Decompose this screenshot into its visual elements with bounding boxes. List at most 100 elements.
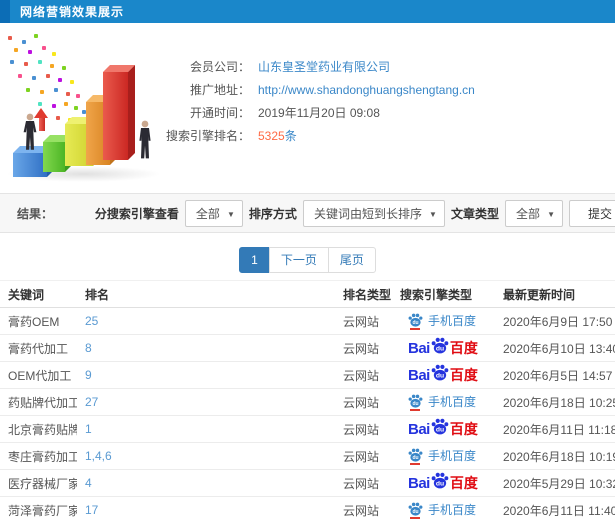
rank-type-cell: 云网站 bbox=[337, 496, 394, 520]
baidu-logo: Bai du 百度 bbox=[408, 418, 478, 439]
engine-filter-select[interactable]: 全部 ▼ bbox=[184, 199, 243, 227]
page-button-last[interactable]: 尾页 bbox=[327, 247, 376, 273]
svg-text:du: du bbox=[436, 372, 444, 379]
update-time-cell: 2020年6月11日 11:40 bbox=[497, 496, 615, 520]
info-field-row: 搜索引擎排名： 5325条 bbox=[130, 124, 475, 147]
table-row: 药贴牌代加工 27 云网站 du 手机百度 2020年6月18日 10:25 bbox=[0, 388, 615, 416]
filter-bar: 结果： 分搜索引擎查看 全部 ▼ 排序方式 关键词由短到长排序 ▼ 文章类型 全… bbox=[0, 193, 615, 233]
info-fields: 会员公司： 山东皇圣堂药业有限公司 推广地址： http://www.shand… bbox=[130, 55, 475, 147]
businessman-left-figure bbox=[23, 113, 37, 150]
table-row: 菏泽膏药厂家 17 云网站 du 手机百度 2020年6月11日 11:40 bbox=[0, 496, 615, 520]
rank-cell[interactable]: 17 bbox=[77, 496, 337, 520]
svg-text:du: du bbox=[412, 509, 418, 515]
rank-cell[interactable]: 27 bbox=[77, 388, 337, 416]
table-row: 膏药OEM 25 云网站 du 手机百度 2020年6月9日 17:50 bbox=[0, 307, 615, 335]
titlebar-accent bbox=[0, 0, 10, 23]
filter-controls: 分搜索引擎查看 全部 ▼ 排序方式 关键词由短到长排序 ▼ 文章类型 全部 ▼ … bbox=[95, 199, 615, 227]
rank-cell[interactable]: 1 bbox=[77, 415, 337, 443]
baidu-logo-bai: Bai bbox=[408, 366, 430, 384]
baidu-logo-bai: Bai bbox=[408, 420, 430, 438]
rank-type-cell: 云网站 bbox=[337, 469, 394, 497]
baidu-logo-bai: Bai bbox=[408, 474, 430, 492]
rank-type-cell: 云网站 bbox=[337, 334, 394, 362]
baidu-logo: Bai du 百度 bbox=[408, 337, 478, 358]
engine-cell: Bai du 百度 bbox=[394, 469, 497, 497]
info-field-value[interactable]: http://www.shandonghuangshengtang.cn bbox=[258, 83, 475, 97]
header-keyword: 关键词 bbox=[0, 280, 77, 308]
baidu-logo: Bai du 百度 bbox=[408, 364, 478, 385]
titlebar: 网络营销效果展示 bbox=[0, 0, 615, 23]
engine-cell: du 手机百度 bbox=[394, 442, 497, 470]
info-section: 会员公司： 山东皇圣堂药业有限公司 推广地址： http://www.shand… bbox=[0, 23, 615, 193]
engine-cell: du 手机百度 bbox=[394, 388, 497, 416]
rank-cell[interactable]: 8 bbox=[77, 334, 337, 362]
rank-type-cell: 云网站 bbox=[337, 388, 394, 416]
baidu-paw-icon: du bbox=[408, 448, 423, 466]
page-button-current[interactable]: 1 bbox=[239, 247, 270, 273]
engine-filter-value: 全部 bbox=[195, 206, 220, 221]
svg-text:du: du bbox=[412, 455, 418, 461]
article-type-filter-select[interactable]: 全部 ▼ bbox=[504, 199, 563, 227]
keyword-cell: 医疗器械厂家 bbox=[0, 469, 77, 497]
chart-bar-red bbox=[103, 72, 128, 160]
svg-text:du: du bbox=[436, 426, 444, 433]
chart-bar-blue bbox=[13, 153, 47, 177]
table-row: 医疗器械厂家 4 云网站 Bai du 百度 2020年5月29日 10:32 bbox=[0, 469, 615, 497]
confetti-decoration bbox=[8, 36, 12, 40]
mobile-baidu-label: 手机百度 bbox=[428, 502, 477, 517]
info-field-label: 开通时间： bbox=[189, 106, 250, 120]
keyword-cell: 膏药代加工 bbox=[0, 334, 77, 362]
info-field-value[interactable]: 山东皇圣堂药业有限公司 bbox=[258, 58, 390, 75]
sort-filter-select[interactable]: 关键词由短到长排序 ▼ bbox=[302, 199, 445, 227]
baidu-logo: Bai du 百度 bbox=[408, 472, 478, 493]
baidu-logo-cn: 百度 bbox=[449, 421, 478, 437]
keyword-cell: 膏药OEM bbox=[0, 307, 77, 335]
mobile-baidu-badge: du 手机百度 bbox=[408, 312, 477, 331]
info-field-value: 2019年11月20日 09:08 bbox=[258, 106, 380, 120]
svg-text:du: du bbox=[436, 480, 444, 487]
caret-down-icon: ▼ bbox=[429, 209, 437, 219]
svg-text:du: du bbox=[436, 345, 444, 352]
baidu-paw-icon: du bbox=[431, 418, 449, 435]
search-rank-highlight: 5325条 bbox=[258, 127, 297, 144]
svg-text:du: du bbox=[412, 320, 418, 326]
rank-type-cell: 云网站 bbox=[337, 442, 394, 470]
info-field-row: 会员公司： 山东皇圣堂药业有限公司 bbox=[130, 55, 475, 78]
baidu-logo-cn: 百度 bbox=[449, 367, 478, 383]
info-field-label: 会员公司： bbox=[189, 60, 250, 74]
pagination: 1 下一页 尾页 bbox=[0, 247, 615, 273]
article-type-filter-value: 全部 bbox=[515, 206, 540, 221]
header-rank: 排名 bbox=[77, 280, 337, 308]
update-time-cell: 2020年6月18日 10:25 bbox=[497, 388, 615, 416]
engine-cell: Bai du 百度 bbox=[394, 415, 497, 443]
engine-cell: Bai du 百度 bbox=[394, 361, 497, 389]
baidu-paw-icon: du bbox=[408, 394, 423, 412]
update-time-cell: 2020年6月9日 17:50 bbox=[497, 307, 615, 335]
mobile-baidu-label: 手机百度 bbox=[428, 448, 477, 463]
rank-cell[interactable]: 25 bbox=[77, 307, 337, 335]
table-row: 枣庄膏药加工 1,4,6 云网站 du 手机百度 2020年6月18日 10:1… bbox=[0, 442, 615, 470]
update-time-cell: 2020年6月5日 14:57 bbox=[497, 361, 615, 389]
search-rank-count: 5325 bbox=[258, 129, 285, 143]
update-time-cell: 2020年5月29日 10:32 bbox=[497, 469, 615, 497]
mobile-baidu-label: 手机百度 bbox=[428, 313, 477, 328]
keyword-cell: 枣庄膏药加工 bbox=[0, 442, 77, 470]
update-time-cell: 2020年6月18日 10:19 bbox=[497, 442, 615, 470]
baidu-logo-cn: 百度 bbox=[449, 340, 478, 356]
article-type-filter-label: 文章类型 bbox=[450, 206, 499, 221]
keyword-cell: OEM代加工 bbox=[0, 361, 77, 389]
rank-cell[interactable]: 1,4,6 bbox=[77, 442, 337, 470]
submit-button[interactable]: 提交 bbox=[568, 199, 615, 227]
results-table: 关键词 排名 排名类型 搜索引擎类型 最新更新时间 膏药OEM 25 云网站 d… bbox=[0, 280, 615, 520]
rank-cell[interactable]: 9 bbox=[77, 361, 337, 389]
baidu-logo-bai: Bai bbox=[408, 339, 430, 357]
rank-cell[interactable]: 4 bbox=[77, 469, 337, 497]
page-button-next[interactable]: 下一页 bbox=[268, 247, 329, 273]
keyword-cell: 药贴牌代加工 bbox=[0, 388, 77, 416]
baidu-paw-icon: du bbox=[431, 337, 449, 354]
engine-cell: du 手机百度 bbox=[394, 496, 497, 520]
table-header-row: 关键词 排名 排名类型 搜索引擎类型 最新更新时间 bbox=[0, 280, 615, 308]
info-field-row: 推广地址： http://www.shandonghuangshengtang.… bbox=[130, 78, 475, 101]
baidu-paw-icon: du bbox=[408, 313, 423, 331]
keyword-cell: 北京膏药贴牌 bbox=[0, 415, 77, 443]
